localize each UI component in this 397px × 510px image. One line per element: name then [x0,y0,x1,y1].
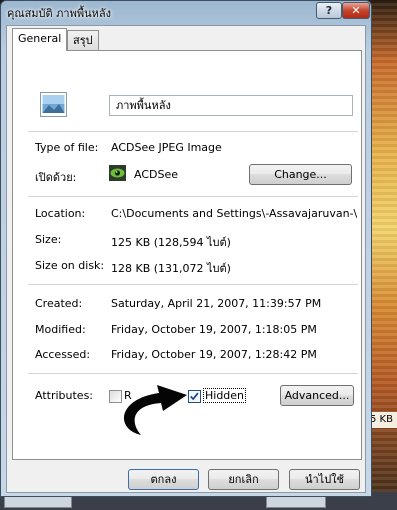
divider [28,131,358,132]
hidden-label: Hidden [203,388,247,403]
dialog-client-area: General สรุป ภาพพื้นหลัง Type of file: A… [6,25,366,493]
opens-with-label: เปิดด้วย: [35,171,77,184]
size-label: Size: [35,233,62,246]
divider [28,196,358,197]
window-title: คุณสมบัติ ภาพพื้นหลัง [7,7,111,20]
type-of-file-value: ACDSee JPEG Image [111,141,222,154]
image-file-icon [40,92,67,117]
created-label: Created: [35,297,83,310]
properties-window: คุณสมบัติ ภาพพื้นหลัง ? ✕ General สรุป ภ… [0,0,372,497]
location-value: C:\Documents and Settings\-Assavajaruvan… [111,207,357,220]
general-panel: ภาพพื้นหลัง Type of file: ACDSee JPEG Im… [12,50,362,460]
type-of-file-label: Type of file: [35,141,99,154]
apply-button[interactable]: นำไปใช้ [289,469,360,490]
modified-value: Friday, October 19, 2007, 1:18:05 PM [111,323,317,336]
advanced-button[interactable]: Advanced... [280,385,354,406]
change-button[interactable]: Change... [249,164,352,185]
size-on-disk-label: Size on disk: [35,259,105,272]
file-name-field[interactable]: ภาพพื้นหลัง [109,95,353,116]
size-value: 125 KB (128,594 ไบต์) [111,236,231,249]
help-button[interactable]: ? [316,2,342,19]
annotation-arrow-icon [123,385,187,435]
tab-general[interactable]: General [12,28,68,51]
created-value: Saturday, April 21, 2007, 11:39:57 PM [111,297,322,310]
divider [28,373,358,374]
tab-summary[interactable]: สรุป [67,30,99,51]
accessed-label: Accessed: [35,348,91,361]
title-bar[interactable]: คุณสมบัติ ภาพพื้นหลัง ? ✕ [1,1,371,25]
location-label: Location: [35,207,86,220]
cancel-button[interactable]: ยกเลิก [208,469,279,490]
opens-with-value: ACDSee [134,168,178,181]
divider [28,284,358,285]
size-on-disk-value: 128 KB (131,072 ไบต์) [111,262,231,275]
modified-label: Modified: [35,323,86,336]
accessed-value: Friday, October 19, 2007, 1:28:42 PM [111,348,317,361]
acdsee-eye-icon [109,165,126,181]
close-button[interactable]: ✕ [342,2,370,19]
ok-button[interactable]: ตกลง [128,469,199,490]
attributes-label: Attributes: [35,389,94,402]
